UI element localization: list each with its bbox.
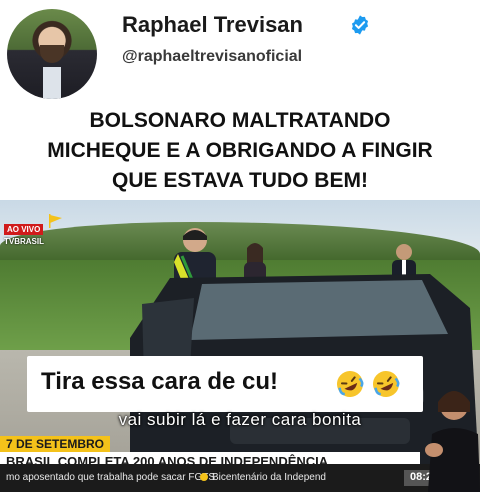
verified-badge-icon	[351, 15, 369, 35]
live-badge: AO VIVO	[4, 224, 44, 235]
account-handle[interactable]: @raphaeltrevisanoficial	[122, 48, 302, 66]
ticker-scroll-bar: mo aposentado que trabalha pode sacar FG…	[0, 464, 480, 492]
flag-icon	[49, 214, 62, 228]
headline-line: BOLSONARO MALTRATANDO	[89, 109, 391, 132]
post-header: Raphael Trevisan @raphaeltrevisanoficial	[0, 0, 480, 100]
avatar[interactable]	[7, 9, 97, 99]
ticker-scroll-text: Bicentenário da Independ	[212, 472, 326, 483]
video-subtitle: vai subir lá e fazer cara bonita	[118, 410, 362, 429]
headline-line: MICHEQUE E A OBRIGANDO A FINGIR	[47, 139, 433, 162]
ticker-separator-icon	[200, 473, 208, 481]
ticker-date: 7 DE SETEMBRO	[0, 436, 111, 452]
caption-sticker: Tira essa cara de cu!	[27, 356, 423, 412]
avatar-beard	[40, 45, 64, 63]
rolling-on-floor-laughing-emoji-icon	[337, 371, 364, 397]
post-headline: BOLSONARO MALTRATANDO MICHEQUE E A OBRIG…	[0, 106, 480, 196]
headline-line: QUE ESTAVA TUDO BEM!	[112, 169, 368, 192]
sign-language-interpreter	[425, 391, 480, 492]
avatar-shirt	[43, 67, 61, 99]
ticker-scroll-text: mo aposentado que trabalha pode sacar FG…	[6, 472, 216, 483]
broadcaster-brand: TVBRASIL	[4, 237, 44, 246]
rolling-on-floor-laughing-emoji-icon	[373, 371, 400, 397]
caption-text: Tira essa cara de cu!	[41, 368, 279, 395]
account-name[interactable]: Raphael Trevisan	[122, 12, 303, 38]
